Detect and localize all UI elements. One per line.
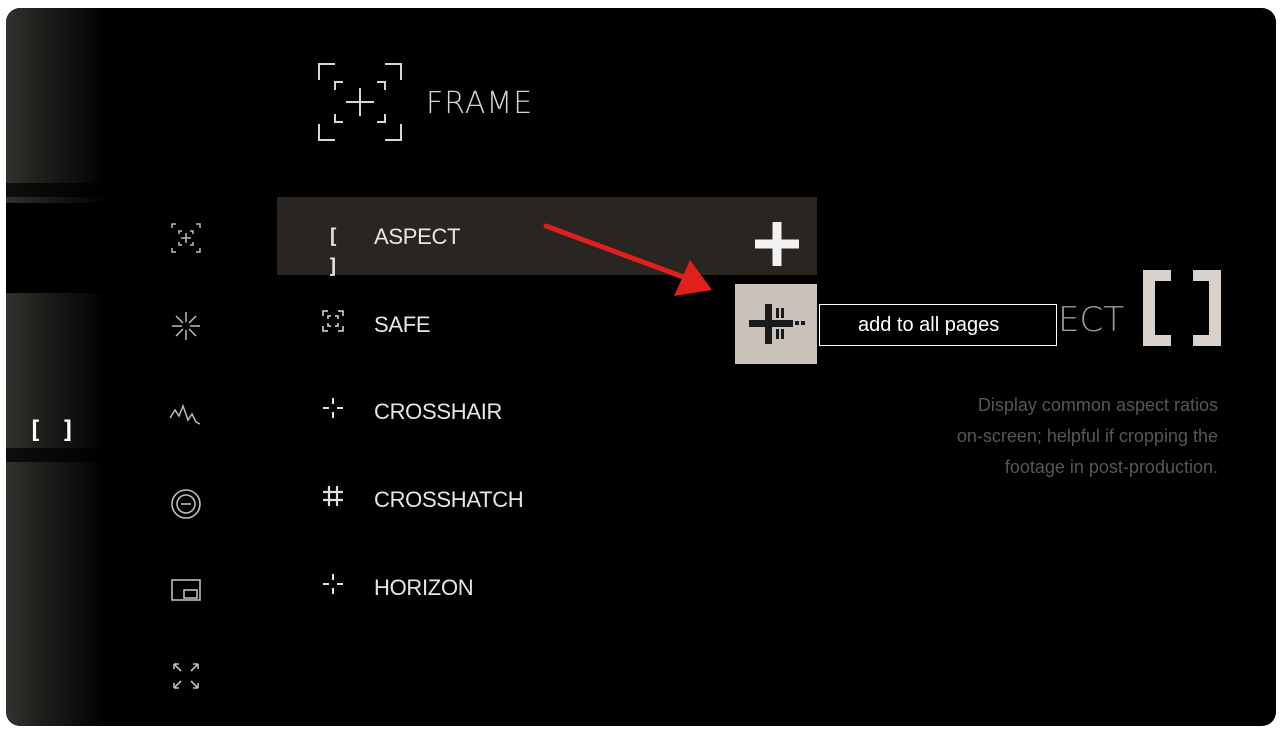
annotation-arrow — [543, 223, 712, 296]
app-screen: [ ] FRAME [ ] ASPECT SAFE CROSSHAIR CROS… — [6, 8, 1276, 726]
